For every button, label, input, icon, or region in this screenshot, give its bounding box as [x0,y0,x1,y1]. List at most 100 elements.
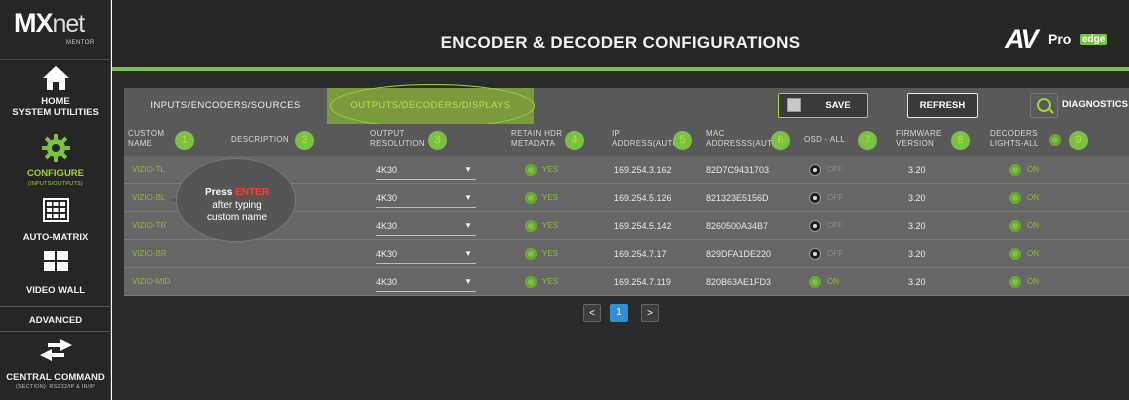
osd-value: OFF [827,221,843,230]
mac-address: 820B63AE1FD3 [706,277,772,287]
osd-toggle[interactable] [809,220,821,232]
sidebar-item-sublabel: (INPUTS/OUTPUTS) [28,181,83,187]
chevron-down-icon: ▼ [464,277,472,286]
gear-icon [41,134,70,162]
lights-value: ON [1027,165,1039,174]
diagnostics-label[interactable]: DIAGNOSTICS [1062,99,1128,110]
sidebar-section-advanced: ADVANCED [28,315,83,326]
page-title: ENCODER & DECODER CONFIGURATIONS [440,33,801,52]
col-osd-all: OSD - ALL [804,135,845,144]
resolution-select[interactable]: 4K30 ▼ [376,272,476,292]
custom-name-field[interactable]: VIZIO-BL [132,184,165,212]
callout-line-1: Press ENTER [205,187,269,198]
custom-name-field[interactable]: VIZIO-TL [132,156,165,184]
col-number-badge: 2 [295,131,314,150]
custom-name-field[interactable]: VIZIO-BR [132,240,167,268]
mac-address: 829DFA1DE220 [706,249,772,259]
top-header: ENCODER & DECODER CONFIGURATIONS [112,0,1129,70]
col-retain-hdr: RETAIN HDR METADATA [511,129,563,148]
tab-inputs-encoders-sources[interactable]: INPUTS/ENCODERS/SOURCES [124,88,327,124]
sidebar-item-label: HOME [41,96,70,107]
lights-toggle[interactable] [1009,276,1021,288]
col-number-badge: 7 [858,131,877,150]
firmware-version: 3.20 [908,165,926,175]
mxnet-logo: MXnet MENTOR [0,0,111,60]
custom-name-field[interactable]: VIZIO-TR [132,212,166,240]
sidebar-item-label: VIDEO WALL [25,285,86,296]
hdr-value: YES [542,193,559,202]
lights-all-toggle[interactable] [1049,134,1061,146]
ip-address: 169.254.3.162 [614,165,672,175]
diagnostics-button[interactable] [1030,93,1058,118]
lights-toggle[interactable] [1009,192,1021,204]
table-header: CUSTOM NAME 1 DESCRIPTION 2 OUTPUT RESOLUT… [124,124,1129,156]
mac-address: 821323E5156D [706,193,769,203]
col-number-badge: 3 [428,131,447,150]
resolution-select[interactable]: 4K30 ▼ [376,160,476,180]
pagination-prev-button[interactable]: < [583,304,601,322]
col-description: DESCRIPTION [231,135,289,144]
custom-name-field[interactable]: VIZIO-MID [132,268,170,296]
sidebar-divider [0,306,111,307]
magnifier-handle [1048,108,1054,114]
pagination-next-button[interactable]: > [641,304,659,322]
ip-address: 169.254.5.142 [614,221,672,231]
sidebar-item-home[interactable]: HOME SYSTEM UTILITIES [0,62,111,124]
refresh-button[interactable]: REFRESH [907,93,978,118]
brand-av: AV [1005,24,1038,54]
hdr-toggle[interactable] [525,192,537,204]
sidebar-item-auto-matrix[interactable]: AUTO-MATRIX [0,198,111,246]
hdr-toggle[interactable] [525,248,537,260]
col-custom-name: CUSTOM NAME [128,129,165,148]
firmware-version: 3.20 [908,277,926,287]
col-ip-address: IP ADDRESS(AUTO) [612,129,682,148]
hdr-toggle[interactable] [525,220,537,232]
resolution-select[interactable]: 4K30 ▼ [376,216,476,236]
sidebar: MXnet MENTOR HOME SYSTEM UTILITIES CONFI… [0,0,111,400]
save-config-button[interactable]: SAVE CONFIG [778,93,868,134]
video-wall-icon [43,251,68,271]
resolution-select[interactable]: 4K30 ▼ [376,188,476,208]
chevron-down-icon: ▼ [464,165,472,174]
arrows-icon [39,339,72,361]
col-number-badge: 4 [565,131,584,150]
enter-hint-callout: Press ENTER after typing custom name [176,158,296,242]
pagination-page-button[interactable]: 1 [610,304,628,322]
lights-toggle[interactable] [1009,164,1021,176]
osd-toggle[interactable] [809,164,821,176]
table-row: VIZIO-MID 4K30 ▼ YES 169.254.7.119 820B63… [124,268,1129,296]
hdr-toggle[interactable] [525,276,537,288]
col-number-badge: 5 [673,131,692,150]
brand-edge: edge [1080,34,1108,45]
firmware-version: 3.20 [908,193,926,203]
ip-address: 169.254.7.17 [614,249,667,259]
lights-value: ON [1027,221,1039,230]
resolution-select[interactable]: 4K30 ▼ [376,244,476,264]
tab-bar: INPUTS/ENCODERS/SOURCES OUTPUTS/DECODERS… [124,88,1129,124]
sidebar-item-video-wall[interactable]: VIDEO WALL [0,250,111,300]
hdr-value: YES [542,249,559,258]
sidebar-item-central-command[interactable]: CENTRAL COMMAND (SECTION): RS232/IP & IR… [0,336,111,396]
callout-line-3: custom name [206,212,268,223]
hdr-value: YES [542,221,559,230]
hdr-toggle[interactable] [525,164,537,176]
osd-value: OFF [827,165,843,174]
chevron-down-icon: ▼ [464,221,472,230]
logo-subtitle: MENTOR [66,40,95,46]
sidebar-item-configure[interactable]: CONFIGURE (INPUTS/OUTPUTS) [0,130,111,192]
osd-toggle[interactable] [809,276,821,288]
lights-value: ON [1027,193,1039,202]
avproedge-logo: AV Pro edge [1005,24,1125,54]
mac-address: 8260500A34B7 [706,221,769,231]
osd-toggle[interactable] [809,192,821,204]
ip-address: 169.254.5.126 [614,193,672,203]
lights-toggle[interactable] [1009,220,1021,232]
sidebar-item-label: CONFIGURE [27,168,84,179]
osd-toggle[interactable] [809,248,821,260]
lights-toggle[interactable] [1009,248,1021,260]
ip-address: 169.254.7.119 [614,277,671,287]
lights-value: ON [1027,249,1039,258]
tab-highlight-outline [330,84,535,128]
sidebar-item-label: AUTO-MATRIX [22,232,89,243]
sidebar-item-label: CENTRAL COMMAND [6,372,105,383]
